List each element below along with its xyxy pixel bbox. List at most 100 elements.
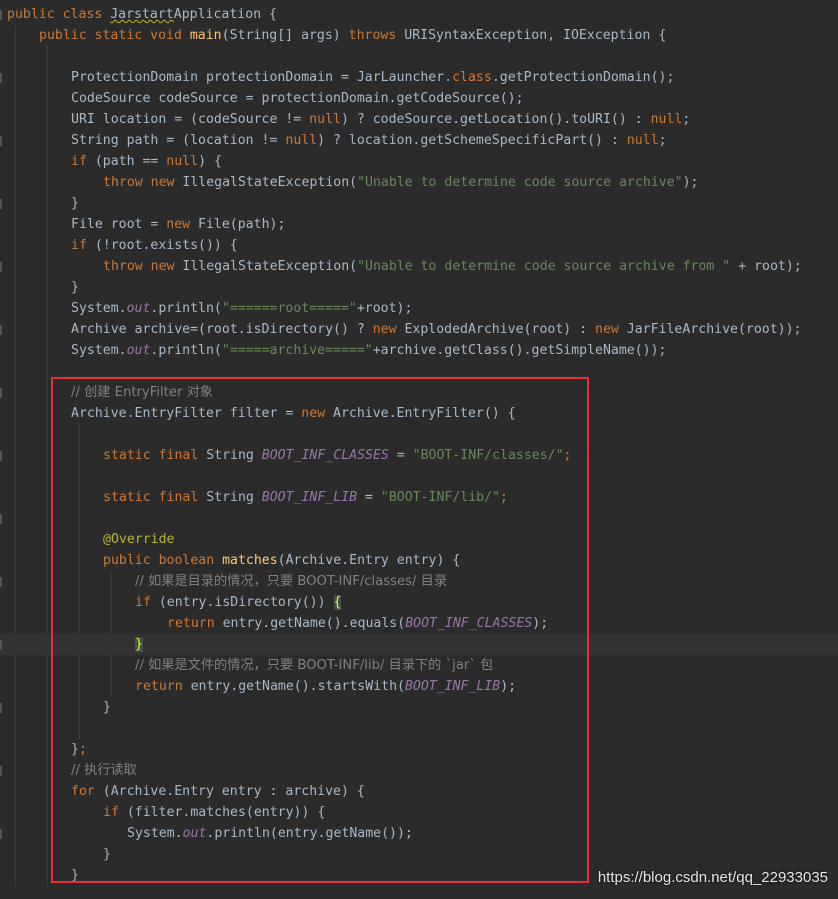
code-token: { xyxy=(333,595,342,610)
code-line[interactable]: } xyxy=(0,697,838,718)
code-token: if xyxy=(71,238,95,253)
code-line[interactable]: if (filter.matches(entry)) { xyxy=(0,802,838,823)
code-token: BOOT_INF_CLASSES xyxy=(405,616,533,631)
code-token: out xyxy=(126,301,151,316)
code-token: ) ? location.getSchemeSpecificPart() : xyxy=(317,133,627,148)
code-line[interactable]: }; xyxy=(0,739,838,760)
code-token: + root); xyxy=(730,259,802,274)
code-token: return xyxy=(135,679,191,694)
code-token: IllegalStateException( xyxy=(182,259,358,274)
code-token: } xyxy=(71,742,79,757)
code-token: throws xyxy=(348,28,405,43)
code-token: } xyxy=(103,847,111,862)
code-line[interactable] xyxy=(0,466,838,487)
code-token: ) ? codeSource.getLocation().toURI() : xyxy=(340,112,651,127)
code-token: new xyxy=(166,217,199,232)
code-line[interactable]: // 如果是目录的情况，只要 BOOT-INF/classes/ 目录 xyxy=(0,571,838,592)
code-token: ; xyxy=(78,742,87,757)
gutter-marker xyxy=(0,766,2,776)
code-token: (String[] args) xyxy=(221,28,349,43)
code-token: null xyxy=(650,112,683,127)
code-token: ) { xyxy=(198,154,222,169)
code-line[interactable]: public boolean matches(Archive.Entry ent… xyxy=(0,550,838,571)
gutter-marker xyxy=(0,199,2,209)
code-line[interactable] xyxy=(0,361,838,382)
code-token: File(path); xyxy=(198,217,286,232)
code-editor[interactable]: public class JarstartApplication {public… xyxy=(0,0,838,899)
code-token: ; xyxy=(658,133,667,148)
code-line[interactable]: return entry.getName().startsWith(BOOT_I… xyxy=(0,676,838,697)
code-line[interactable]: String path = (location != null) ? locat… xyxy=(0,130,838,151)
code-token: entry.getName().startsWith( xyxy=(190,679,405,694)
code-token: System. xyxy=(127,826,183,841)
code-line[interactable] xyxy=(0,46,838,67)
code-line[interactable]: if (!root.exists()) { xyxy=(0,235,838,256)
code-line[interactable] xyxy=(0,424,838,445)
code-token: .println( xyxy=(150,301,222,316)
code-token: main xyxy=(189,28,222,43)
code-token: Archive archive=(root.isDirectory() ? xyxy=(71,322,373,337)
code-line[interactable]: throw new IllegalStateException("Unable … xyxy=(0,256,838,277)
code-token: ; xyxy=(563,448,572,463)
code-token: File root = xyxy=(71,217,167,232)
code-line[interactable]: static final String BOOT_INF_LIB = "BOOT… xyxy=(0,487,838,508)
code-token: } xyxy=(71,196,79,211)
gutter-marker xyxy=(0,73,2,83)
code-token: // 执行读取 xyxy=(71,763,137,778)
code-line[interactable]: System.out.println("=====archive====="+a… xyxy=(0,340,838,361)
code-token: } xyxy=(71,868,79,883)
code-line[interactable]: throw new IllegalStateException("Unable … xyxy=(0,172,838,193)
code-line[interactable]: if (path == null) { xyxy=(0,151,838,172)
code-token: static final xyxy=(103,490,207,505)
code-token: "Unable to determine code source archive… xyxy=(357,175,683,190)
code-line[interactable]: static final String BOOT_INF_CLASSES = "… xyxy=(0,445,838,466)
code-token: "BOOT-INF/classes/" xyxy=(412,448,564,463)
code-token: "BOOT-INF/lib/" xyxy=(380,490,500,505)
code-token: public boolean xyxy=(103,553,223,568)
code-line[interactable] xyxy=(0,508,838,529)
code-line[interactable]: File root = new File(path); xyxy=(0,214,838,235)
code-line[interactable]: public class JarstartApplication { xyxy=(0,4,838,25)
code-line[interactable]: for (Archive.Entry entry : archive) { xyxy=(0,781,838,802)
code-line[interactable] xyxy=(0,718,838,739)
code-token: IllegalStateException( xyxy=(182,175,358,190)
code-token: (Archive.Entry entry : archive) { xyxy=(102,784,365,799)
code-line[interactable]: public static void main(String[] args) t… xyxy=(0,25,838,46)
code-token: // 创建 EntryFilter 对象 xyxy=(71,385,213,400)
code-line[interactable]: } xyxy=(0,844,838,865)
code-line[interactable]: // 如果是文件的情况，只要 BOOT-INF/lib/ 目录下的 `jar` … xyxy=(0,655,838,676)
code-token: JarFileArchive(root)); xyxy=(626,322,802,337)
code-line[interactable]: if (entry.isDirectory()) { xyxy=(0,592,838,613)
code-token: BOOT_INF_LIB xyxy=(404,679,501,694)
code-line[interactable]: Archive archive=(root.isDirectory() ? ne… xyxy=(0,319,838,340)
code-line[interactable]: CodeSource codeSource = protectionDomain… xyxy=(0,88,838,109)
code-token: Application { xyxy=(173,7,277,22)
code-line[interactable]: Archive.EntryFilter filter = new Archive… xyxy=(0,403,838,424)
code-line[interactable]: ProtectionDomain protectionDomain = JarL… xyxy=(0,67,838,88)
code-line[interactable]: } xyxy=(0,634,838,655)
code-token: .println(entry.getName()); xyxy=(206,826,413,841)
gutter-marker xyxy=(0,325,2,335)
code-token: .println( xyxy=(150,343,222,358)
gutter-marker xyxy=(0,10,2,20)
code-line[interactable]: System.out.println("======root====="+roo… xyxy=(0,298,838,319)
code-token: +root); xyxy=(356,301,413,316)
code-line[interactable]: URI location = (codeSource != null) ? co… xyxy=(0,109,838,130)
code-token: // 如果是目录的情况，只要 BOOT-INF/classes/ 目录 xyxy=(135,574,448,589)
code-token: ); xyxy=(682,175,699,190)
code-token: (path == xyxy=(94,154,167,169)
code-token: System. xyxy=(71,301,127,316)
code-line[interactable]: } xyxy=(0,193,838,214)
code-line[interactable]: // 创建 EntryFilter 对象 xyxy=(0,382,838,403)
code-line[interactable]: System.out.println(entry.getName()); xyxy=(0,823,838,844)
code-token: out xyxy=(182,826,207,841)
code-line[interactable]: return entry.getName().equals(BOOT_INF_C… xyxy=(0,613,838,634)
code-token: public static void xyxy=(39,28,190,43)
code-token: @Override xyxy=(103,532,175,547)
code-line[interactable]: // 执行读取 xyxy=(0,760,838,781)
code-line[interactable]: @Override xyxy=(0,529,838,550)
code-token: BOOT_INF_CLASSES xyxy=(261,448,389,463)
code-token: CodeSource codeSource = protectionDomain… xyxy=(71,91,524,106)
code-line[interactable]: } xyxy=(0,277,838,298)
code-token: out xyxy=(126,343,151,358)
